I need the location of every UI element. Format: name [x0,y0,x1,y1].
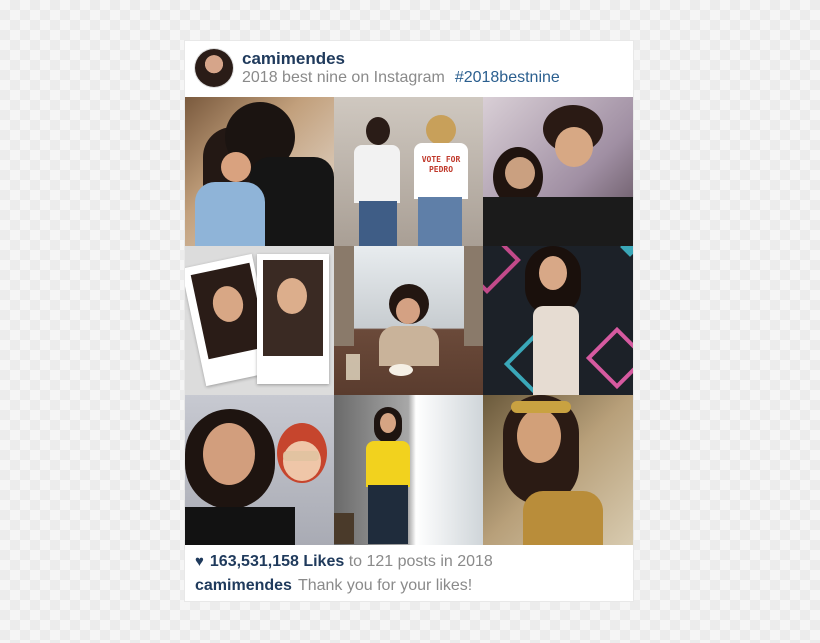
grid-photo-3[interactable] [483,97,633,246]
post-username[interactable]: camimendes [242,49,345,69]
vote-for-pedro-shirt: VOTE FOR PEDRO [421,155,461,174]
hashtag-link[interactable]: #2018bestnine [455,69,560,86]
grid-photo-2[interactable]: VOTE FOR PEDRO [334,97,483,246]
grid-photo-5[interactable] [334,246,483,395]
comment-username[interactable]: camimendes [195,577,292,594]
post-caption: 2018 best nine on Instagram #2018bestnine [242,69,560,87]
comment-line: camimendes Thank you for your likes! [195,577,472,595]
best-nine-grid: VOTE FOR PEDRO [185,97,633,545]
grid-photo-7[interactable] [185,395,334,545]
avatar[interactable] [195,49,233,87]
grid-photo-6[interactable] [483,246,633,395]
comment-text: Thank you for your likes! [297,577,473,594]
post-header: camimendes 2018 best nine on Instagram #2… [185,41,633,97]
grid-photo-9[interactable] [483,395,633,545]
post-footer: ♥ 163,531,158 Likes to 121 posts in 2018 … [185,545,633,601]
post-card: camimendes 2018 best nine on Instagram #2… [185,41,633,601]
likes-line: ♥ 163,531,158 Likes to 121 posts in 2018 [195,553,493,571]
grid-photo-4[interactable] [185,246,334,395]
likes-count[interactable]: 163,531,158 Likes [210,553,344,570]
caption-text: 2018 best nine on Instagram [242,69,445,86]
grid-photo-8[interactable] [334,395,483,545]
heart-icon[interactable]: ♥ [195,553,204,570]
grid-photo-1[interactable] [185,97,334,246]
likes-context: to 121 posts in 2018 [348,553,493,570]
